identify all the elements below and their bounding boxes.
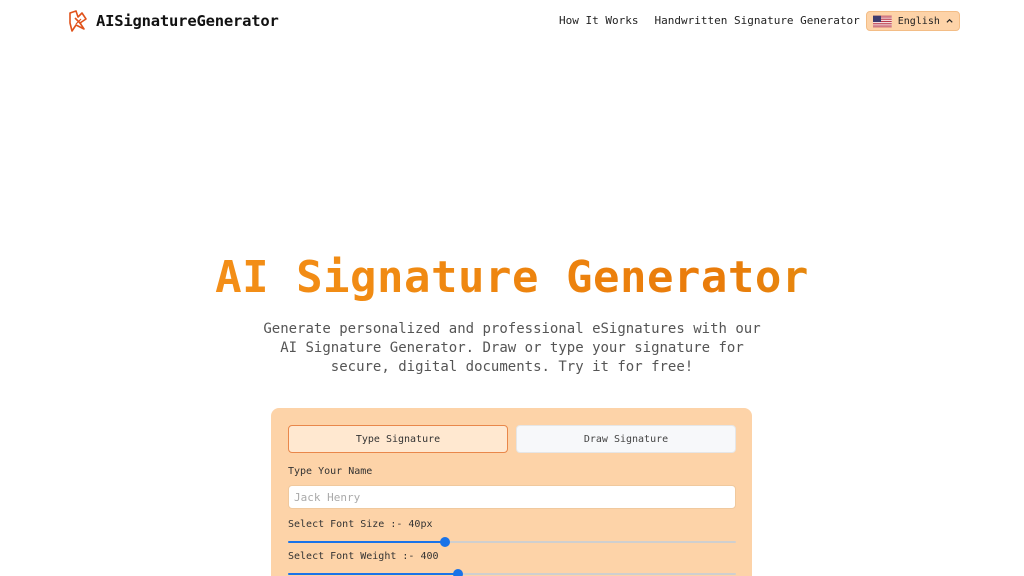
nav-handwritten-signature-generator[interactable]: Handwritten Signature Generator	[654, 14, 859, 27]
tab-type-signature[interactable]: Type Signature	[288, 425, 508, 453]
tab-draw-signature[interactable]: Draw Signature	[516, 425, 736, 453]
main-nav: How It Works Handwritten Signature Gener…	[559, 14, 860, 27]
font-size-label: Select Font Size :- 40px	[288, 519, 433, 530]
font-size-slider[interactable]	[288, 537, 736, 547]
slider-fill	[288, 573, 459, 575]
font-weight-label: Select Font Weight :- 400	[288, 551, 439, 562]
page-subtitle: Generate personalized and professional e…	[263, 321, 761, 375]
language-selector[interactable]: English	[866, 11, 960, 31]
language-label: English	[897, 15, 940, 27]
signature-pen-icon	[69, 10, 87, 32]
nav-how-it-works[interactable]: How It Works	[559, 14, 638, 27]
slider-fill	[288, 541, 445, 543]
slider-thumb[interactable]	[439, 537, 450, 547]
font-weight-slider[interactable]	[288, 569, 736, 576]
name-input[interactable]	[288, 485, 736, 509]
site-header: AISignatureGenerator How It Works Handwr…	[0, 0, 1024, 42]
page-title: AI Signature Generator	[0, 252, 1024, 303]
brand-name: AISignatureGenerator	[96, 12, 279, 30]
us-flag-icon	[873, 15, 892, 27]
name-field-label: Type Your Name	[288, 466, 373, 477]
chevron-up-icon	[946, 18, 953, 23]
slider-thumb[interactable]	[453, 569, 464, 576]
brand-link[interactable]: AISignatureGenerator	[66, 9, 279, 33]
signature-form-card: Type Signature Draw Signature Type Your …	[271, 408, 752, 576]
